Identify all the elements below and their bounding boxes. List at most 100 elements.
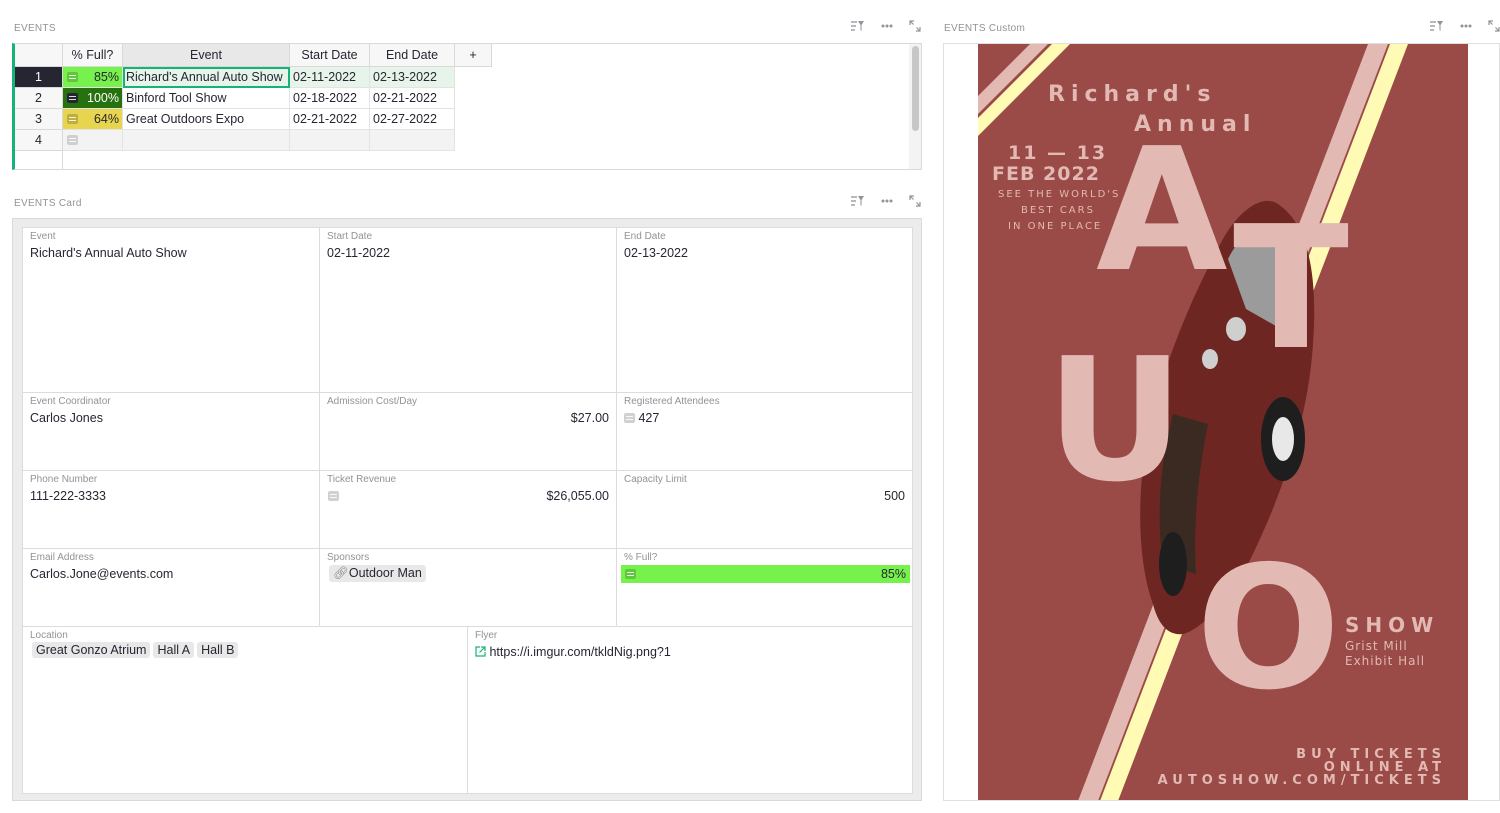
poster-big-letter-a: A (1096, 112, 1228, 310)
events-custom-title: EVENTS Custom (944, 23, 1026, 34)
add-column-button[interactable]: + (455, 44, 492, 67)
field-value: $26,055.00 (546, 489, 609, 503)
table-cell-event[interactable]: Great Outdoors Expo (123, 109, 290, 130)
poster-big-letter-o: O (1196, 530, 1341, 728)
table-cell-end-date[interactable]: 02-27-2022 (370, 109, 455, 130)
table-cell-end-date[interactable]: 02-13-2022 (370, 67, 455, 88)
field-capacity-limit[interactable]: Capacity Limit 500 (616, 470, 913, 549)
field-end-date[interactable]: End Date 02-13-2022 (616, 227, 913, 393)
sort-filter-icon[interactable] (851, 195, 865, 207)
sort-filter-icon[interactable] (851, 20, 865, 32)
row-number[interactable]: 2 (15, 88, 63, 109)
table-cell-end-date[interactable] (370, 130, 455, 151)
row-number[interactable]: 1 (15, 67, 63, 88)
link-icon: 🔗︎ (333, 566, 349, 580)
poster-venue-2: Exhibit Hall (1345, 654, 1426, 668)
poster-cta-3: AUTOSHOW.COM/TICKETS (1157, 773, 1446, 788)
poster-venue-1: Grist Mill (1345, 639, 1408, 653)
field-start-date[interactable]: Start Date 02-11-2022 (319, 227, 617, 393)
formula-icon (67, 72, 78, 82)
column-header-start-date[interactable]: Start Date (290, 44, 370, 67)
more-options-icon[interactable] (1460, 24, 1472, 28)
poster-show: SHOW (1345, 613, 1440, 637)
location-chip[interactable]: Hall B (197, 642, 239, 658)
field-flyer[interactable]: Flyer https://i.imgur.com/tkldNig.png?1 (467, 626, 913, 794)
table-cell-pct-full[interactable] (63, 130, 123, 151)
location-chip[interactable]: Hall A (153, 642, 195, 658)
field-event[interactable]: Event Richard's Annual Auto Show (22, 227, 320, 393)
more-options-icon[interactable] (881, 199, 893, 203)
column-header-event[interactable]: Event (123, 44, 290, 67)
formula-icon (624, 413, 635, 423)
poster-tagline-3: IN ONE PLACE (1008, 221, 1103, 232)
field-value: 🔗︎Outdoor Man (329, 565, 609, 582)
poster-dates: 11 — 13 (1008, 142, 1108, 164)
field-value: $27.00 (570, 411, 609, 425)
field-event-coordinator[interactable]: Event Coordinator Carlos Jones (22, 392, 320, 471)
formula-icon (625, 569, 636, 579)
poster-month-year: FEB 2022 (992, 163, 1100, 185)
field-value: Richard's Annual Auto Show (30, 246, 187, 260)
sort-filter-icon[interactable] (1430, 20, 1444, 32)
table-cell-pct-full[interactable]: 100% (63, 88, 123, 109)
expand-icon[interactable] (1488, 20, 1500, 32)
reference-chip[interactable]: 🔗︎Outdoor Man (329, 565, 426, 582)
expand-icon[interactable] (909, 195, 921, 207)
location-chip[interactable]: Great Gonzo Atrium (32, 642, 151, 658)
external-link-icon (475, 646, 486, 657)
column-header-end-date[interactable]: End Date (370, 44, 455, 67)
table-cell-start-date[interactable]: 02-21-2022 (290, 109, 370, 130)
field-label: End Date (624, 231, 666, 242)
expand-icon[interactable] (909, 20, 921, 32)
field-label: Sponsors (327, 552, 370, 563)
field-label: Event Coordinator (30, 396, 111, 407)
events-card: Event Richard's Annual Auto Show Start D… (12, 218, 922, 801)
field-value: 02-11-2022 (327, 246, 391, 260)
table-cell-event[interactable]: Binford Tool Show (123, 88, 290, 109)
field-pct-full[interactable]: % Full? 85% (616, 548, 913, 627)
field-value: 02-13-2022 (624, 246, 688, 260)
events-table-toolbar (851, 20, 921, 32)
field-label: Flyer (475, 630, 498, 641)
poster-big-letter-t: T (1233, 190, 1349, 388)
row-gutter (15, 151, 63, 169)
row-number[interactable]: 3 (15, 109, 63, 130)
field-value: 111-222-3333 (30, 489, 106, 503)
formula-icon (67, 114, 78, 124)
table-cell-start-date[interactable]: 02-18-2022 (290, 88, 370, 109)
table-cell-start-date[interactable] (290, 130, 370, 151)
field-label: Email Address (30, 552, 94, 563)
poster-big-letter-u: U (1046, 322, 1185, 520)
poster-tagline-2: BEST CARS (1021, 205, 1095, 216)
field-label: Registered Attendees (624, 396, 720, 407)
field-sponsors[interactable]: Sponsors 🔗︎Outdoor Man (319, 548, 617, 627)
custom-widget: Richard's Annual 11 — 13 FEB 2022 SEE TH… (943, 43, 1500, 801)
field-label: Location (30, 630, 68, 641)
field-email-address[interactable]: Email Address Carlos.Jone@events.com (22, 548, 320, 627)
field-ticket-revenue[interactable]: Ticket Revenue $26,055.00 (319, 470, 617, 549)
table-cell-event[interactable] (123, 130, 290, 151)
pct-full-value: 85% (880, 567, 906, 581)
events-card-toolbar (851, 195, 921, 207)
table-cell-end-date[interactable]: 02-21-2022 (370, 88, 455, 109)
table-cell-event[interactable]: Richard's Annual Auto Show (123, 67, 290, 88)
field-location[interactable]: Location Great Gonzo Atrium Hall A Hall B (22, 626, 468, 794)
field-registered-attendees[interactable]: Registered Attendees 427 (616, 392, 913, 471)
flyer-link[interactable]: https://i.imgur.com/tkldNig.png?1 (475, 645, 905, 659)
more-options-icon[interactable] (881, 24, 893, 28)
pct-full-bar: 85% (621, 565, 910, 583)
field-label: Event (30, 231, 56, 242)
field-admission-cost[interactable]: Admission Cost/Day $27.00 (319, 392, 617, 471)
event-poster-image: Richard's Annual 11 — 13 FEB 2022 SEE TH… (978, 44, 1468, 800)
table-cell-start-date[interactable]: 02-11-2022 (290, 67, 370, 88)
row-header-corner[interactable] (15, 44, 63, 67)
table-cell-pct-full[interactable]: 85% (63, 67, 123, 88)
field-label: Capacity Limit (624, 474, 687, 485)
scrollbar-thumb[interactable] (912, 46, 919, 131)
row-number[interactable]: 4 (15, 130, 63, 151)
field-label: Admission Cost/Day (327, 396, 418, 407)
table-cell-pct-full[interactable]: 64% (63, 109, 123, 130)
column-header-pct-full[interactable]: % Full? (63, 44, 123, 67)
field-phone-number[interactable]: Phone Number 111-222-3333 (22, 470, 320, 549)
field-label: Ticket Revenue (327, 474, 397, 485)
